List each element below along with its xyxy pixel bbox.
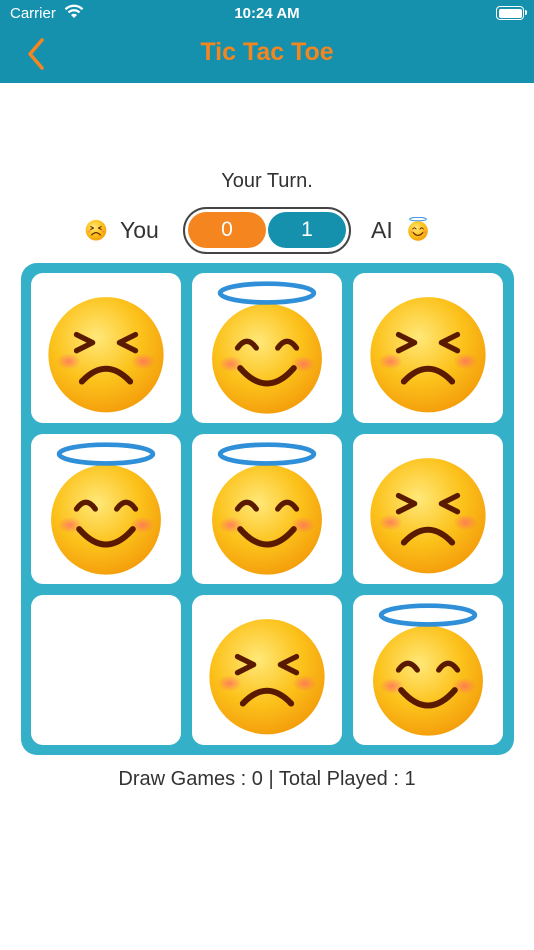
- board-cell-2-1[interactable]: [192, 595, 342, 745]
- angel-face-icon: [361, 603, 495, 737]
- board-cell-0-2[interactable]: [353, 273, 503, 423]
- page-title: Tic Tac Toe: [200, 38, 334, 66]
- board-cell-1-0[interactable]: [31, 434, 181, 584]
- board-cell-1-2[interactable]: [353, 434, 503, 584]
- game-stats: Draw Games : 0 | Total Played : 1: [118, 768, 416, 790]
- angel-face-icon: [200, 442, 334, 576]
- angel-face-icon: [406, 217, 430, 241]
- game-board: [21, 263, 514, 755]
- score-toggle: 0 1: [183, 207, 351, 254]
- board-cell-2-2[interactable]: [353, 595, 503, 745]
- player-score: 0: [188, 212, 266, 248]
- board-cell-2-0[interactable]: [31, 595, 181, 745]
- turn-indicator: Your Turn.: [221, 170, 313, 192]
- top-bar: Carrier 10:24 AM Tic Tac Toe: [0, 0, 534, 83]
- angry-face-icon: [200, 603, 334, 737]
- status-time: 10:24 AM: [234, 5, 300, 22]
- scoreboard: You 0 1 AI: [0, 205, 534, 254]
- angry-face-icon: [361, 281, 495, 415]
- board-cell-0-0[interactable]: [31, 273, 181, 423]
- battery-icon: [496, 6, 527, 20]
- status-bar: Carrier 10:24 AM: [0, 0, 534, 28]
- angel-face-icon: [200, 281, 334, 415]
- board-cell-1-1[interactable]: [192, 434, 342, 584]
- angry-face-icon: [361, 442, 495, 576]
- player-label: You: [120, 217, 159, 243]
- angel-face-icon: [39, 442, 173, 576]
- angry-face-icon: [84, 217, 108, 241]
- ai-score: 1: [268, 212, 346, 248]
- angry-face-icon: [39, 281, 173, 415]
- ai-label: AI: [371, 217, 393, 243]
- board-cell-0-1[interactable]: [192, 273, 342, 423]
